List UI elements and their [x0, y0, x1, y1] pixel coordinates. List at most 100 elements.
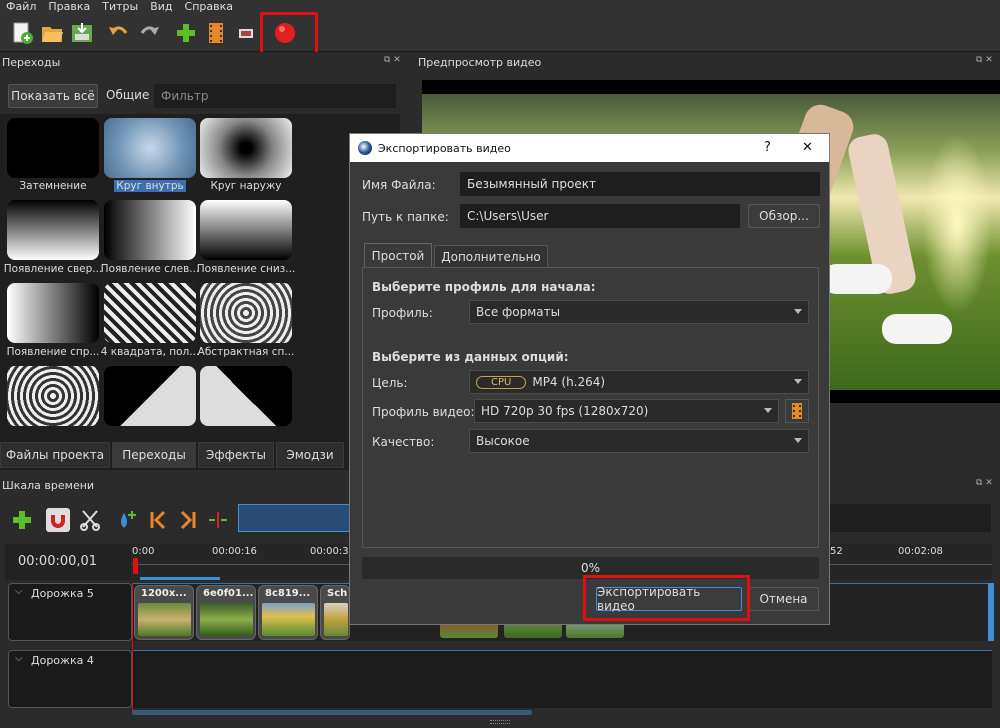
- transition-thumb[interactable]: [104, 283, 196, 343]
- browse-button[interactable]: Обзор...: [748, 204, 820, 228]
- add-track-icon[interactable]: [10, 508, 34, 532]
- profile-select[interactable]: Все форматы: [469, 300, 809, 324]
- options-section-heading: Выберите из данных опций:: [372, 350, 569, 364]
- clip-thumbnail: [200, 603, 253, 636]
- transition-thumb[interactable]: [7, 366, 99, 426]
- main-toolbar: [0, 14, 1000, 52]
- dialog-titlebar: Экспортировать видео ? ✕: [350, 134, 829, 162]
- video-profile-select[interactable]: HD 720p 30 fps (1280x720): [474, 399, 779, 423]
- clip-title: 6e0f01...: [203, 588, 254, 599]
- quality-value: Высокое: [476, 434, 530, 448]
- import-files-icon[interactable]: [174, 21, 198, 45]
- zoom-slider-track[interactable]: [829, 504, 991, 532]
- previous-marker-icon[interactable]: [146, 508, 170, 532]
- razor-icon[interactable]: [78, 508, 102, 532]
- transition-thumb[interactable]: [104, 118, 196, 178]
- tab-advanced[interactable]: Дополнительно: [434, 245, 548, 268]
- video-profile-value: HD 720p 30 fps (1280x720): [481, 404, 649, 418]
- transition-thumb[interactable]: [200, 366, 292, 426]
- dock-buttons[interactable]: ⧉ ✕: [976, 55, 993, 65]
- tab-transitions[interactable]: Переходы: [112, 442, 196, 468]
- target-label: Цель:: [372, 376, 408, 390]
- undo-icon[interactable]: [106, 21, 130, 45]
- tab-simple[interactable]: Простой: [364, 243, 432, 268]
- transition-thumb[interactable]: [104, 366, 196, 426]
- choose-profile-icon[interactable]: [204, 21, 228, 45]
- playhead[interactable]: [133, 558, 138, 574]
- resize-grip[interactable]: [490, 720, 510, 724]
- dialog-title: Экспортировать видео: [378, 142, 511, 155]
- clip-title: 1200x...: [141, 588, 187, 599]
- timeline-clip[interactable]: 1200x...: [134, 585, 194, 640]
- track-header[interactable]: ⌵ Дорожка 5: [8, 583, 132, 641]
- menu-bar: Файл Правка Титры Вид Справка: [0, 0, 1000, 14]
- transition-label: Появление сниз...: [196, 263, 296, 275]
- track-header[interactable]: ⌵ Дорожка 4: [8, 650, 132, 708]
- timeline-clip[interactable]: 8c819...: [258, 585, 318, 640]
- snapping-icon[interactable]: [46, 508, 70, 532]
- quality-label: Качество:: [372, 435, 435, 449]
- new-project-icon[interactable]: [10, 21, 34, 45]
- progress-text: 0%: [580, 561, 601, 575]
- next-marker-icon[interactable]: [176, 508, 200, 532]
- dock-buttons[interactable]: ⧉ ✕: [976, 478, 993, 488]
- save-project-icon[interactable]: [70, 21, 94, 45]
- filename-input[interactable]: Безымянный проект: [460, 172, 820, 196]
- dock-buttons[interactable]: ⧉ ✕: [384, 55, 401, 65]
- transition-thumb[interactable]: [200, 118, 292, 178]
- transition-label: Появление свер...: [3, 263, 103, 275]
- show-all-button[interactable]: Показать всё: [8, 84, 98, 108]
- transition-label: Затемнение: [19, 180, 87, 192]
- transition-thumb[interactable]: [7, 283, 99, 343]
- transition-label: 4 квадрата, пол...: [100, 346, 200, 358]
- timeline-clip[interactable]: 6e0f01...: [196, 585, 256, 640]
- menu-edit[interactable]: Правка: [42, 0, 96, 14]
- help-button[interactable]: ?: [764, 140, 771, 155]
- folder-path-input[interactable]: C:\Users\User: [460, 204, 740, 228]
- transition-thumb[interactable]: [7, 118, 99, 178]
- tab-project-files[interactable]: Файлы проекта: [0, 442, 110, 468]
- highlight-export-button: [583, 575, 750, 621]
- filter-input[interactable]: Фильтр: [154, 84, 396, 108]
- timeline-scrollbar[interactable]: [132, 710, 532, 715]
- playhead-line: [132, 583, 133, 711]
- transition-thumb[interactable]: [200, 283, 292, 343]
- redo-icon[interactable]: [138, 21, 162, 45]
- add-marker-icon[interactable]: [114, 508, 138, 532]
- menu-file[interactable]: Файл: [0, 0, 42, 14]
- menu-view[interactable]: Вид: [144, 0, 178, 14]
- menu-help[interactable]: Справка: [179, 0, 239, 14]
- chevron-down-icon: [794, 309, 802, 314]
- timeline-clip[interactable]: Sch: [320, 585, 350, 640]
- fullscreen-icon[interactable]: [234, 21, 258, 45]
- video-profile-label: Профиль видео:: [372, 405, 475, 419]
- video-profile-edit-icon[interactable]: [785, 399, 809, 423]
- tab-effects[interactable]: Эффекты: [198, 442, 274, 468]
- transition-thumb[interactable]: [200, 200, 292, 260]
- chevron-down-icon: [794, 438, 802, 443]
- transition-thumb[interactable]: [7, 200, 99, 260]
- tab-emoji[interactable]: Эмодзи: [276, 442, 344, 468]
- center-playhead-icon[interactable]: [206, 508, 230, 532]
- clip-thumbnail: [262, 603, 315, 636]
- track-name: Дорожка 5: [31, 587, 94, 600]
- menu-titles[interactable]: Титры: [96, 0, 144, 14]
- ruler-label: 52: [830, 546, 843, 557]
- close-icon[interactable]: ✕: [802, 140, 813, 155]
- profile-value: Все форматы: [476, 305, 561, 319]
- target-select[interactable]: CPU MP4 (h.264): [469, 370, 809, 394]
- clip-title: 8c819...: [265, 588, 311, 599]
- common-label[interactable]: Общие: [106, 88, 149, 102]
- profile-label: Профиль:: [372, 306, 433, 320]
- cancel-button[interactable]: Отмена: [748, 587, 819, 611]
- transition-label-selected: Круг внутрь: [114, 180, 186, 192]
- cpu-badge: CPU: [476, 375, 527, 389]
- transition-thumb[interactable]: [104, 200, 196, 260]
- target-value: MP4 (h.264): [532, 375, 606, 389]
- clip-thumbnail: [324, 603, 348, 636]
- app-logo-icon: [358, 141, 372, 155]
- track-lane[interactable]: [132, 650, 992, 708]
- quality-select[interactable]: Высокое: [469, 429, 809, 453]
- zoom-slider[interactable]: [238, 504, 350, 532]
- open-project-icon[interactable]: [40, 21, 64, 45]
